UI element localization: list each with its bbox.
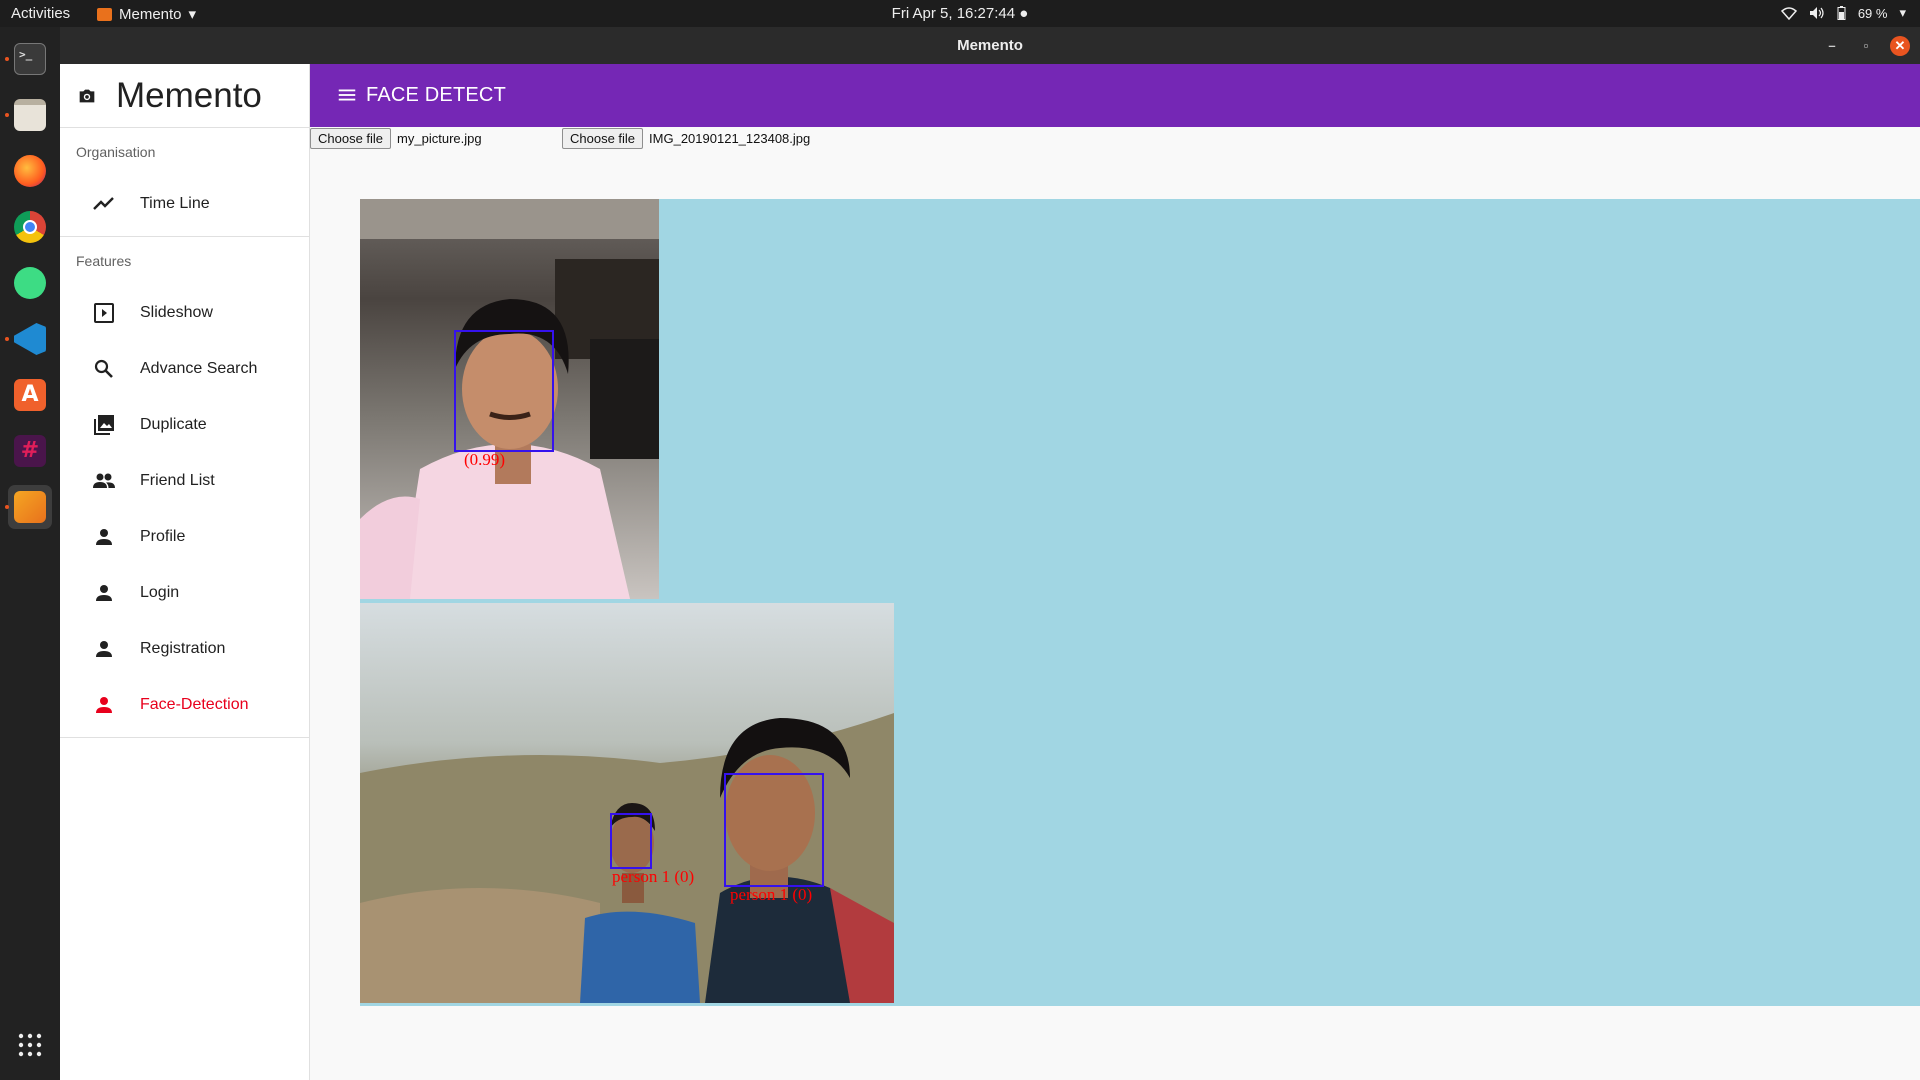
sidebar-item-label: Advance Search	[140, 360, 258, 377]
slideshow-icon	[94, 303, 114, 323]
sidebar-item-label: Profile	[140, 528, 186, 545]
sidebar-item-label: Registration	[140, 640, 226, 657]
sidebar-item-time-line[interactable]: Time Line	[60, 176, 309, 232]
clock[interactable]: Fri Apr 5, 16:27:44	[892, 5, 1015, 22]
system-top-bar: Activities Memento ▾ Fri Apr 5, 16:27:44…	[0, 0, 1920, 27]
chrome-icon	[14, 211, 46, 243]
people-icon	[93, 473, 115, 488]
dock-vscode[interactable]	[5, 317, 52, 361]
caret-down-icon: ▾	[1899, 5, 1906, 20]
activities-button[interactable]: Activities	[11, 5, 70, 22]
face-bounding-box	[610, 813, 652, 869]
software-center-icon: A	[14, 379, 46, 411]
file-name: IMG_20190121_123408.jpg	[649, 131, 811, 146]
sidebar-item-label: Time Line	[140, 195, 210, 212]
sidebar-item-label: Login	[140, 584, 180, 601]
app-menu[interactable]: Memento ▾	[97, 5, 196, 23]
terminal-icon: >_	[14, 43, 46, 75]
minimize-button[interactable]: –	[1822, 36, 1842, 56]
sidebar-item-face-detection[interactable]: Face-Detection	[60, 677, 309, 733]
face-bounding-box	[724, 773, 824, 887]
person-icon	[96, 585, 112, 601]
file-input-2[interactable]: Choose file IMG_20190121_123408.jpg	[562, 128, 810, 149]
sidebar-item-friend-list[interactable]: Friend List	[60, 453, 309, 509]
image-viewer-icon	[14, 491, 46, 523]
face-confidence-label: (0.99)	[464, 450, 506, 469]
clock-container: Fri Apr 5, 16:27:44 ●	[0, 5, 1920, 22]
page-title: FACE DETECT	[366, 84, 506, 106]
sidebar-item-duplicate[interactable]: Duplicate	[60, 397, 309, 453]
dock-software-center[interactable]: A	[8, 373, 52, 417]
section-heading-organisation: Organisation	[76, 144, 156, 160]
sidebar-item-profile[interactable]: Profile	[60, 509, 309, 565]
dock-files[interactable]	[5, 93, 52, 137]
detection-canvas: (0.99) person 1 (0) person 1 (0)	[360, 199, 1920, 1006]
volume-icon	[1809, 7, 1824, 19]
section-heading-features: Features	[76, 253, 132, 269]
close-button[interactable]: ✕	[1890, 36, 1910, 56]
choose-file-button[interactable]: Choose file	[562, 128, 644, 149]
app-bar: FACE DETECT	[310, 64, 1920, 127]
maximize-button[interactable]: ▫	[1856, 36, 1876, 56]
dock-terminal[interactable]: >_	[5, 37, 52, 81]
running-indicator	[5, 57, 9, 61]
face-person-label: person 1 (0)	[612, 867, 695, 886]
sidebar-item-label: Slideshow	[140, 304, 213, 321]
dock-slack[interactable]: #	[8, 429, 52, 473]
sidebar-item-login[interactable]: Login	[60, 565, 309, 621]
choose-file-button[interactable]: Choose file	[310, 128, 392, 149]
app-sidebar: Memento Organisation Time Line Features …	[60, 64, 310, 1080]
search-icon	[94, 359, 113, 378]
uploaded-photo-1: (0.99)	[360, 199, 659, 599]
face-person-label: person 1 (0)	[730, 885, 813, 904]
sidebar-item-slideshow[interactable]: Slideshow	[60, 285, 309, 341]
system-tray[interactable]: 69 % ▾	[1780, 5, 1906, 21]
hamburger-menu-icon[interactable]	[336, 84, 358, 106]
running-indicator	[5, 113, 9, 117]
battery-icon	[1837, 6, 1846, 20]
camera-icon	[79, 89, 95, 102]
show-applications-icon[interactable]	[18, 1033, 42, 1057]
person-icon	[96, 697, 112, 713]
trending-icon	[93, 197, 114, 210]
files-icon	[14, 99, 46, 131]
file-name: my_picture.jpg	[397, 131, 482, 146]
file-input-1[interactable]: Choose file my_picture.jpg	[310, 128, 482, 149]
notification-dot-icon: ●	[1019, 5, 1029, 22]
wifi-icon	[1780, 7, 1797, 20]
divider	[60, 737, 309, 738]
window-titlebar[interactable]: Memento – ▫ ✕	[60, 27, 1920, 64]
photo-library-icon	[94, 415, 114, 435]
caret-down-icon: ▾	[188, 6, 197, 23]
brand-header: Memento	[60, 64, 309, 128]
face-bounding-box	[454, 330, 554, 452]
sidebar-item-advance-search[interactable]: Advance Search	[60, 341, 309, 397]
dock-chrome[interactable]	[8, 205, 52, 249]
sidebar-item-label: Friend List	[140, 472, 215, 489]
dock-android-studio[interactable]	[8, 261, 52, 305]
battery-percent: 69 %	[1857, 5, 1888, 21]
person-icon	[96, 641, 112, 657]
sidebar-item-label: Face-Detection	[140, 696, 249, 713]
uploaded-photo-2: person 1 (0) person 1 (0)	[360, 603, 894, 1003]
vscode-icon	[14, 323, 46, 355]
firefox-icon	[14, 155, 46, 187]
dock: >_ A #	[0, 27, 60, 1080]
app-menu-label: Memento	[119, 5, 182, 23]
slack-icon: #	[14, 435, 46, 467]
running-indicator	[5, 337, 9, 341]
dock-memento[interactable]	[5, 485, 52, 529]
sidebar-item-registration[interactable]: Registration	[60, 621, 309, 677]
running-indicator	[5, 505, 9, 509]
sidebar-item-label: Duplicate	[140, 416, 207, 433]
android-studio-icon	[14, 267, 46, 299]
person-icon	[96, 529, 112, 545]
app-menu-icon	[97, 7, 112, 21]
brand-name: Memento	[116, 75, 262, 115]
dock-firefox[interactable]	[8, 149, 52, 193]
window-title: Memento	[957, 37, 1023, 54]
